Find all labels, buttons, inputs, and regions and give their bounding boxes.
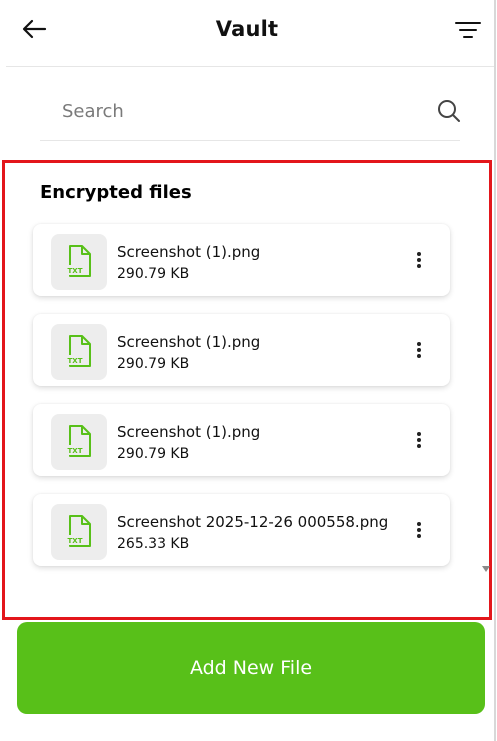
kebab-dot — [417, 354, 421, 358]
txt-label: TXT — [68, 447, 83, 455]
more-options-button[interactable] — [409, 516, 429, 544]
kebab-dot — [417, 528, 421, 532]
file-name: Screenshot (1).png — [117, 243, 261, 261]
filter-button[interactable] — [452, 14, 484, 46]
txt-label: TXT — [68, 267, 83, 275]
vault-screen: Vault Encrypted files TXT Screenshot (1)… — [0, 0, 497, 741]
search-input[interactable] — [40, 94, 442, 128]
file-card[interactable]: TXT Screenshot (1).png 290.79 KB — [33, 404, 450, 476]
file-thumbnail: TXT — [51, 414, 107, 470]
txt-file-icon: TXT — [66, 515, 91, 547]
file-card[interactable]: TXT Screenshot (1).png 290.79 KB — [33, 224, 450, 296]
more-options-button[interactable] — [409, 246, 429, 274]
kebab-dot — [417, 522, 421, 526]
file-size: 265.33 KB — [117, 536, 190, 552]
filter-lines-icon — [455, 22, 481, 38]
more-options-button[interactable] — [409, 336, 429, 364]
kebab-dot — [417, 348, 421, 352]
file-thumbnail: TXT — [51, 324, 107, 380]
file-size: 290.79 KB — [117, 266, 190, 282]
txt-label: TXT — [68, 537, 83, 545]
kebab-dot — [417, 534, 421, 538]
window-edge-divider — [494, 0, 496, 741]
file-name: Screenshot (1).png — [117, 333, 261, 351]
kebab-dot — [417, 444, 421, 448]
file-thumbnail: TXT — [51, 234, 107, 290]
kebab-dot — [417, 432, 421, 436]
file-card[interactable]: TXT Screenshot (1).png 290.79 KB — [33, 314, 450, 386]
kebab-dot — [417, 264, 421, 268]
app-header: Vault — [0, 0, 494, 66]
file-name: Screenshot 2025-12-26 000558.png — [117, 513, 389, 531]
kebab-dot — [417, 342, 421, 346]
search-bar — [40, 86, 460, 141]
kebab-dot — [417, 252, 421, 256]
txt-label: TXT — [68, 357, 83, 365]
more-options-button[interactable] — [409, 426, 429, 454]
add-new-file-button[interactable]: Add New File — [17, 622, 485, 714]
section-title: Encrypted files — [40, 182, 192, 203]
file-card[interactable]: TXT Screenshot 2025-12-26 000558.png 265… — [33, 494, 450, 566]
kebab-dot — [417, 438, 421, 442]
page-title: Vault — [215, 17, 279, 41]
file-size: 290.79 KB — [117, 446, 190, 462]
kebab-dot — [417, 258, 421, 262]
txt-file-icon: TXT — [66, 425, 91, 457]
header-divider — [6, 66, 494, 67]
txt-file-icon: TXT — [66, 245, 91, 277]
file-size: 290.79 KB — [117, 356, 190, 372]
file-name: Screenshot (1).png — [117, 423, 261, 441]
search-icon[interactable] — [436, 98, 462, 124]
txt-file-icon: TXT — [66, 335, 91, 367]
file-thumbnail: TXT — [51, 504, 107, 560]
scroll-down-arrow-icon[interactable] — [482, 566, 490, 572]
